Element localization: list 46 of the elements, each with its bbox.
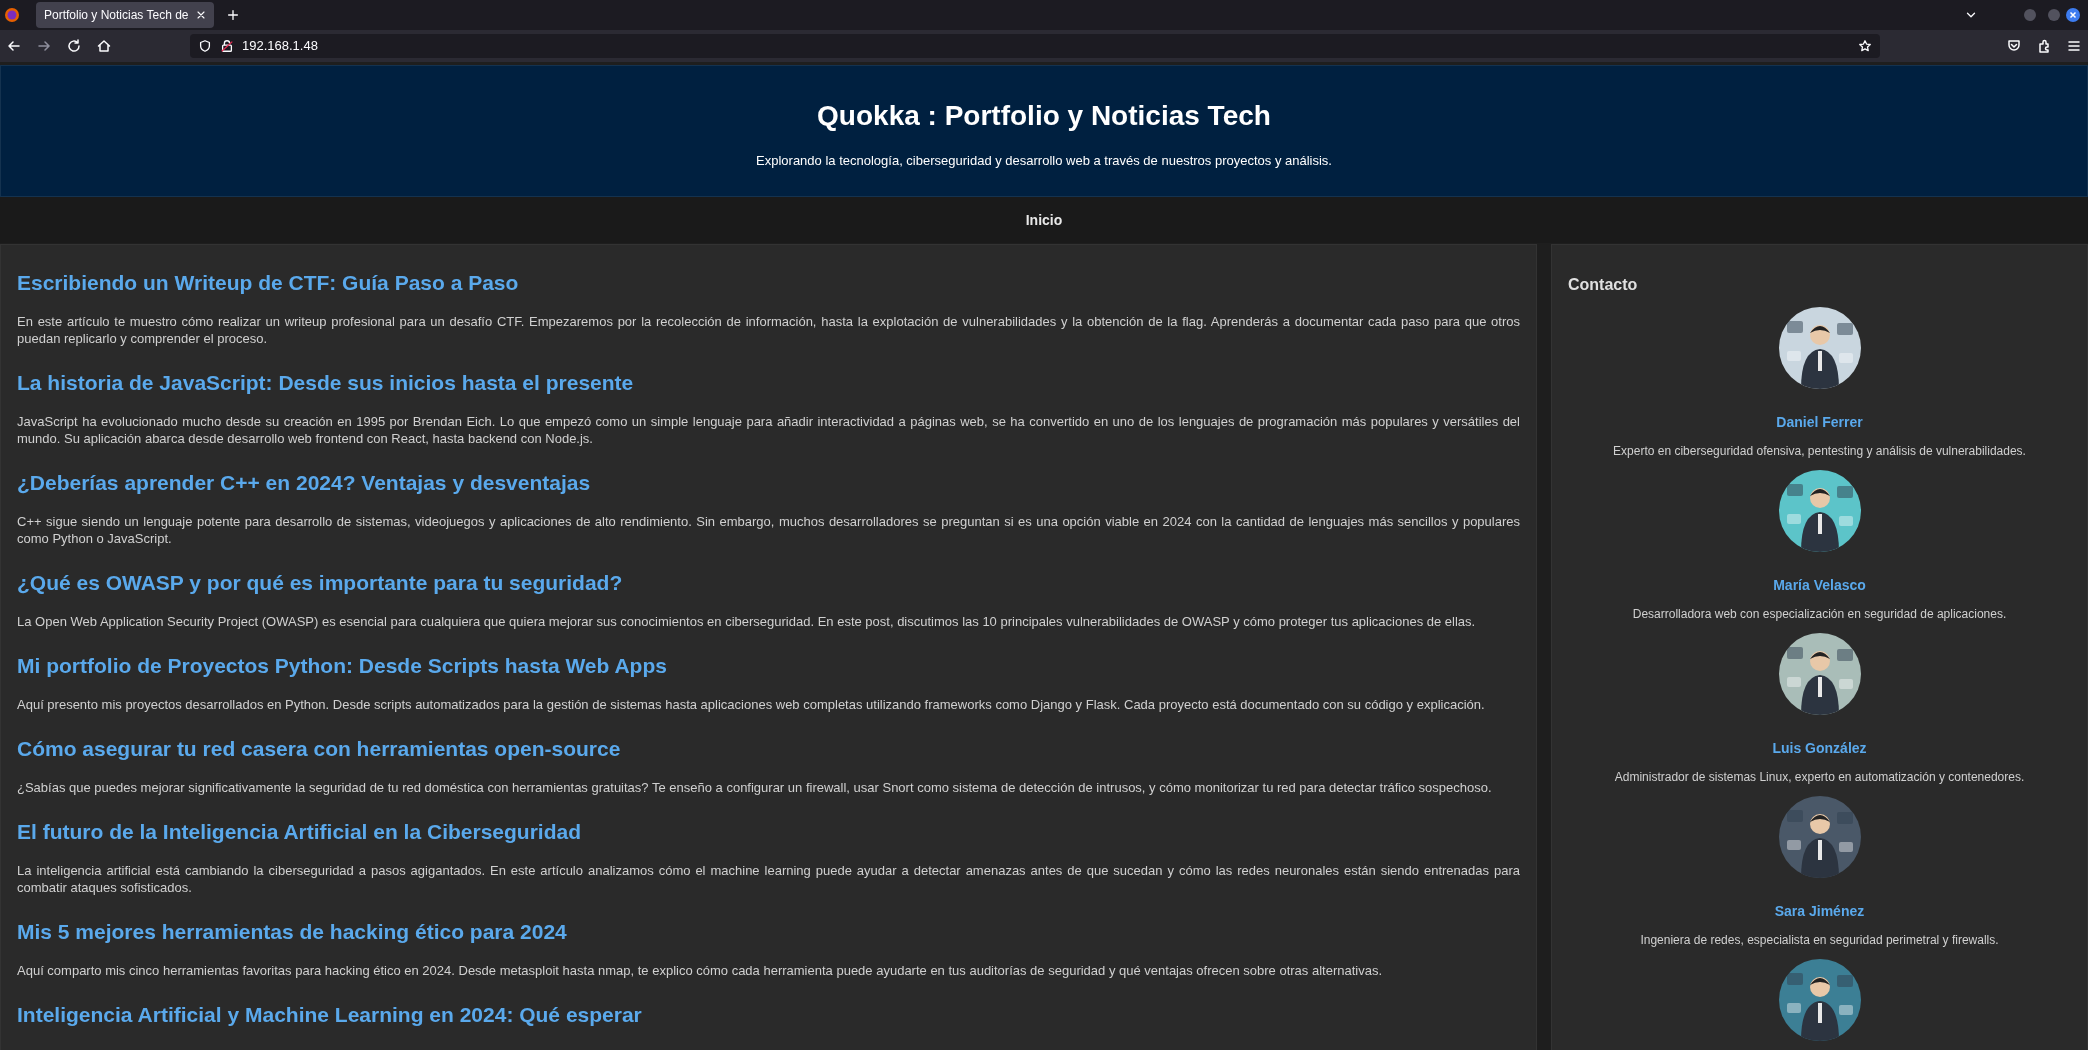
browser-logo-icon[interactable] — [4, 7, 20, 23]
contact-role: Experto en ciberseguridad ofensiva, pentesting y análisis de vulnerabilidades. — [1613, 443, 2026, 460]
pocket-icon[interactable] — [2006, 38, 2022, 54]
article-summary: C++ sigue siendo un lenguaje potente para desarrollo de sistemas, videojuegos y aplicaciones de alto rendimiento. Sin embargo, muchos desarrolladores se preguntan si es una opción viable en 2024 con la cantidad de lenguajes más sencillos y populares como Python o JavaScript. — [17, 513, 1520, 547]
contact-name: Luis González — [1772, 739, 1867, 758]
article-summary: JavaScript ha evolucionado mucho desde su creación en 1995 por Brendan Eich. Lo que empezó como un simple lenguaje para añadir interactividad a páginas web, se ha convertido en uno de los lenguajes de programación más populares y versátiles del mundo. Su aplicación abarca desde desarrollo web frontend con React, hasta backend con Node.js. — [17, 413, 1520, 447]
article-title[interactable]: Inteligencia Artificial y Machine Learning en 2024: Qué esperar — [17, 1001, 1520, 1029]
tab-title: Portfolio y Noticias Tech de — [44, 7, 189, 24]
article-summary: En este artículo te muestro cómo realizar un writeup profesional para un desafío CTF. Empezaremos por la recolección de información, hasta la explotación de vulnerabilidades y la obtención de la flag. Aprenderás a documentar cada paso para que otros puedan replicarlo y comprender el proceso. — [17, 313, 1520, 347]
home-icon[interactable] — [96, 38, 112, 54]
site-title: Quokka : Portfolio y Noticias Tech — [817, 99, 1271, 134]
article-title[interactable]: Mi portfolio de Proyectos Python: Desde Scripts hasta Web Apps — [17, 652, 1520, 680]
contact-name: María Velasco — [1773, 576, 1866, 595]
article-title[interactable]: La historia de JavaScript: Desde sus inicios hasta el presente — [17, 369, 1520, 397]
panel-title: Contacto — [1568, 275, 1638, 295]
menu-icon[interactable] — [2066, 38, 2082, 54]
reload-icon[interactable] — [66, 38, 82, 54]
article-summary: La Open Web Application Security Project (OWASP) es esencial para cualquiera que quiera mejorar sus conocimientos en ciberseguridad. En este post, discutimos las 10 principales vulnerabilidades de OWASP y cómo proteger tus aplicaciones de ellas. — [17, 613, 1477, 630]
close-icon[interactable] — [2066, 8, 2080, 22]
address-bar[interactable]: 192.168.1.48 — [190, 34, 1880, 58]
contact-name: Daniel Ferrer — [1776, 413, 1863, 432]
forward-icon[interactable] — [36, 38, 52, 54]
contact-role: Desarrolladora web con especialización en seguridad de aplicaciones. — [1632, 606, 2007, 623]
article-title[interactable]: Cómo asegurar tu red casera con herramientas open-source — [17, 735, 1520, 763]
nav-link[interactable]: Inicio — [1025, 209, 1063, 231]
article-summary: Aquí comparto mis cinco herramientas favoritas para hacking ético en 2024. Desde metasploit hasta nmap, te explico cómo cada herramienta puede ayudarte en tus auditorías de seguridad y qué ventajas ofrecen sobre otras alternativas. — [17, 962, 1384, 979]
back-icon[interactable] — [6, 38, 22, 54]
article-title[interactable]: ¿Qué es OWASP y por qué es importante para tu seguridad? — [17, 569, 1520, 597]
extensions-icon[interactable] — [2036, 38, 2052, 54]
article-title[interactable]: ¿Deberías aprender C++ en 2024? Ventajas y desventajas — [17, 469, 1520, 497]
article-title[interactable]: Escribiendo un Writeup de CTF: Guía Paso a Paso — [17, 269, 1520, 297]
browser-tab[interactable]: Portfolio y Noticias Tech de — [36, 2, 214, 28]
article-title[interactable]: El futuro de la Inteligencia Artificial en la Ciberseguridad — [17, 818, 1520, 846]
article-summary: ¿Sabías que puedes mejorar significativamente la seguridad de tu red doméstica con herramientas gratuitas? Te enseño a configurar un firewall, usar Snort como sistema de detección de intrusos, y cómo monitorizar tu red para detectar tráfico sospechoso. — [17, 779, 1493, 796]
new-tab-icon[interactable] — [226, 8, 240, 22]
star-icon[interactable] — [1858, 39, 1872, 53]
site-subtitle: Explorando la tecnología, ciberseguridad y desarrollo web a través de nuestros proyectos y análisis. — [756, 152, 1332, 171]
lock-icon[interactable] — [220, 39, 234, 53]
article-title[interactable]: Mis 5 mejores herramientas de hacking ético para 2024 — [17, 918, 1520, 946]
contact-role: Ingeniera de redes, especialista en seguridad perimetral y firewalls. — [1640, 932, 1999, 949]
contact-role: Administrador de sistemas Linux, experto en automatización y contenedores. — [1614, 769, 2025, 786]
url-text: 192.168.1.48 — [242, 37, 319, 56]
article-summary: La inteligencia artificial está cambiando la ciberseguridad a pasos agigantados. En este artículo analizamos cómo el machine learning puede ayudar a detectar amenazas antes de que sucedan y cómo las redes neuronales están siendo entrenadas para combatir ataques sofisticados. — [17, 862, 1520, 896]
article-summary: Aquí presento mis proyectos desarrollados en Python. Desde scripts automatizados para la gestión de sistemas hasta aplicaciones web completas utilizando frameworks como Django y Flask. Cada proyecto está documentado con su código y explicación. — [17, 696, 1486, 713]
shield-icon[interactable] — [198, 39, 212, 53]
contact-name: Sara Jiménez — [1774, 902, 1865, 921]
